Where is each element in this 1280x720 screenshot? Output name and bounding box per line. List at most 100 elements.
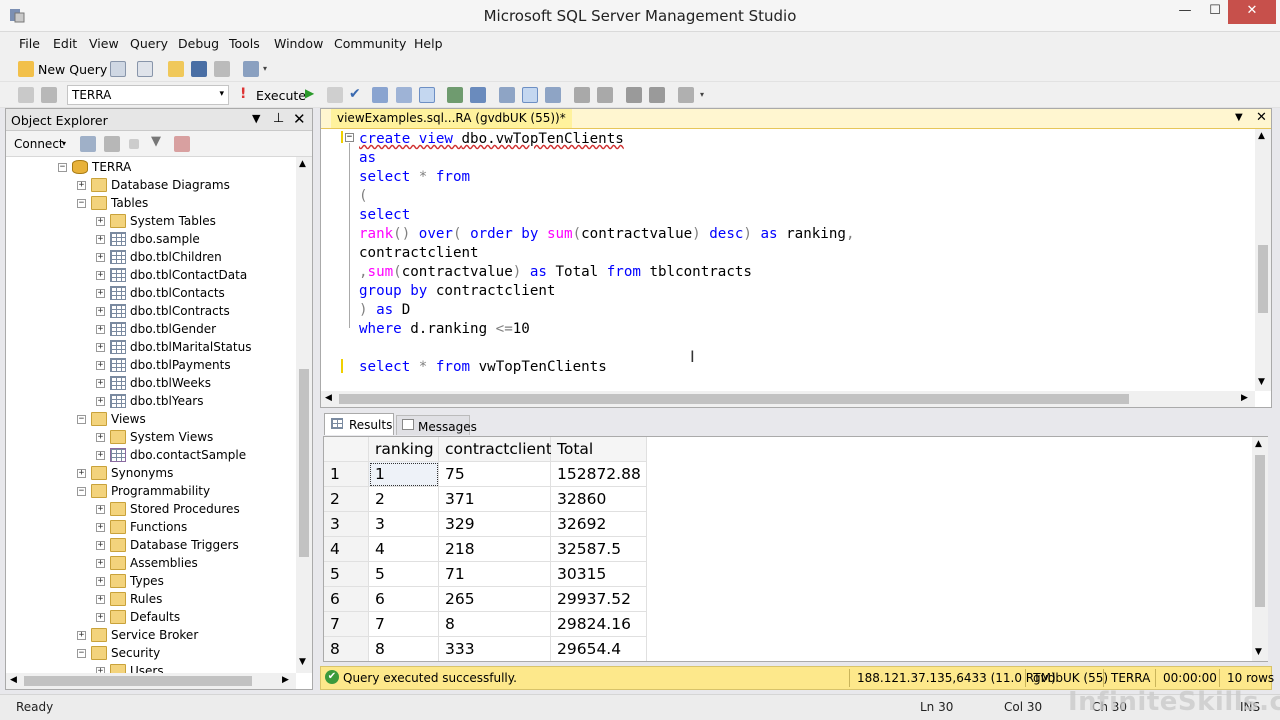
tree-item[interactable]: + Service Broker	[6, 627, 296, 645]
scroll-thumb[interactable]	[299, 369, 309, 557]
connect-server-icon[interactable]	[80, 136, 96, 152]
tree-item[interactable]: + dbo.tblGender	[6, 321, 296, 339]
grid-cell[interactable]: 29824.16	[551, 612, 647, 637]
tree-vertical-scrollbar[interactable]: ▲ ▼	[296, 157, 312, 673]
expand-icon[interactable]: +	[96, 361, 105, 370]
code-line[interactable]: contractclient	[359, 245, 479, 264]
tree-item[interactable]: + dbo.tblWeeks	[6, 375, 296, 393]
grid-cell[interactable]: 29654.4	[551, 637, 647, 661]
expand-icon[interactable]: +	[96, 253, 105, 262]
display-plan-icon[interactable]	[372, 87, 388, 103]
tree-item[interactable]: + Assemblies	[6, 555, 296, 573]
grid-cell[interactable]: 218	[439, 537, 551, 562]
results-to-file-icon[interactable]	[545, 87, 561, 103]
tree-item[interactable]: − Tables	[6, 195, 296, 213]
tree-item[interactable]: + dbo.tblPayments	[6, 357, 296, 375]
tree-item[interactable]: + Defaults	[6, 609, 296, 627]
grid-cell[interactable]: 32860	[551, 487, 647, 512]
chevron-down-icon[interactable]: ▾	[219, 89, 224, 99]
toolbar-overflow-icon[interactable]: ▾	[700, 90, 704, 99]
grid-cell[interactable]: 32587.5	[551, 537, 647, 562]
execute-button[interactable]: Execute	[256, 88, 306, 103]
scroll-thumb[interactable]	[339, 394, 1129, 404]
expand-icon[interactable]: +	[96, 613, 105, 622]
pin-icon[interactable]: ⊥	[273, 111, 284, 126]
tree-item[interactable]: + Database Diagrams	[6, 177, 296, 195]
database-select[interactable]: TERRA ▾	[67, 85, 229, 105]
toolbar-overflow-icon[interactable]: ▾	[263, 64, 267, 73]
expand-icon[interactable]: +	[96, 505, 105, 514]
expand-icon[interactable]: +	[96, 559, 105, 568]
chevron-down-icon[interactable]: ▼	[1235, 112, 1243, 123]
grid-cell[interactable]: 3	[369, 512, 439, 537]
client-statistics-icon[interactable]	[470, 87, 486, 103]
grid-cell[interactable]: 6	[369, 587, 439, 612]
tree-item[interactable]: − Security	[6, 645, 296, 663]
grid-cell[interactable]: 7	[369, 612, 439, 637]
tab-messages[interactable]: Messages	[396, 415, 477, 435]
grid-cell[interactable]: 265	[439, 587, 551, 612]
new-query-icon[interactable]	[18, 61, 34, 77]
expand-icon[interactable]: +	[96, 433, 105, 442]
expand-icon[interactable]: +	[96, 325, 105, 334]
analysis-query-icon[interactable]	[137, 61, 153, 77]
expand-icon[interactable]: +	[96, 271, 105, 280]
tree-item[interactable]: − Programmability	[6, 483, 296, 501]
row-number[interactable]: 2	[324, 487, 369, 512]
disconnect-icon[interactable]	[104, 136, 120, 152]
expand-icon[interactable]: +	[96, 343, 105, 352]
expand-icon[interactable]: +	[96, 379, 105, 388]
grid-cell[interactable]: 8	[369, 637, 439, 661]
editor-horizontal-scrollbar[interactable]: ◀ ▶	[321, 391, 1255, 407]
tree-item[interactable]: + Users	[6, 663, 296, 673]
open-file-icon[interactable]	[168, 61, 184, 77]
expand-icon[interactable]: +	[96, 523, 105, 532]
code-line[interactable]: as	[359, 150, 376, 169]
query-designer-icon[interactable]	[396, 87, 412, 103]
tree-item[interactable]: + dbo.tblYears	[6, 393, 296, 411]
scroll-up-icon[interactable]: ▲	[1255, 439, 1262, 449]
menu-debug[interactable]: Debug	[178, 36, 219, 51]
scroll-left-icon[interactable]: ◀	[10, 675, 17, 685]
tab-viewexamples[interactable]: viewExamples.sql...RA (gvdbUK (55))*	[331, 109, 572, 128]
row-number[interactable]: 8	[324, 637, 369, 661]
grid-cell[interactable]: 75	[439, 462, 551, 487]
results-grid[interactable]: ranking contractclient Total 1 1 75 152872.88 2…	[323, 436, 1268, 662]
code-line[interactable]: where d.ranking <=10	[359, 321, 530, 340]
tree-item[interactable]: + System Views	[6, 429, 296, 447]
parse-check-icon[interactable]: ✔	[349, 86, 361, 102]
scroll-down-icon[interactable]: ▼	[1258, 377, 1265, 387]
scroll-down-icon[interactable]: ▼	[299, 657, 306, 667]
database-engine-query-icon[interactable]	[110, 61, 126, 77]
expand-icon[interactable]: +	[77, 631, 86, 640]
grid-cell[interactable]: 4	[369, 537, 439, 562]
scroll-thumb[interactable]	[1258, 245, 1268, 313]
filter-icon[interactable]: ▼	[151, 134, 161, 149]
tree-item[interactable]: − Views	[6, 411, 296, 429]
stop-icon[interactable]	[129, 139, 139, 149]
scroll-thumb[interactable]	[1255, 455, 1265, 607]
grid-cell[interactable]: 371	[439, 487, 551, 512]
code-line[interactable]: select * from	[359, 169, 470, 188]
connect-icon[interactable]	[18, 87, 34, 103]
minimize-button[interactable]: —	[1170, 0, 1200, 24]
increase-indent-icon[interactable]	[649, 87, 665, 103]
intellisense-icon[interactable]	[419, 87, 435, 103]
tab-results[interactable]: Results	[324, 413, 394, 435]
grid-cell[interactable]: 29937.52	[551, 587, 647, 612]
tree-item[interactable]: + dbo.contactSample	[6, 447, 296, 465]
query-editor[interactable]: viewExamples.sql...RA (gvdbUK (55))* ▼ ✕…	[320, 108, 1272, 408]
tree-item[interactable]: + Functions	[6, 519, 296, 537]
menu-tools[interactable]: Tools	[229, 36, 260, 51]
tree-item[interactable]: − TERRA	[6, 159, 296, 177]
tree-item[interactable]: + Synonyms	[6, 465, 296, 483]
cancel-query-icon[interactable]	[327, 87, 343, 103]
close-icon[interactable]: ✕	[1256, 110, 1267, 125]
scroll-thumb[interactable]	[24, 676, 252, 686]
row-number[interactable]: 3	[324, 512, 369, 537]
scroll-right-icon[interactable]: ▶	[1241, 393, 1248, 403]
row-number[interactable]: 7	[324, 612, 369, 637]
expand-icon[interactable]: +	[96, 451, 105, 460]
expand-icon[interactable]: +	[96, 307, 105, 316]
grid-cell[interactable]: 329	[439, 512, 551, 537]
